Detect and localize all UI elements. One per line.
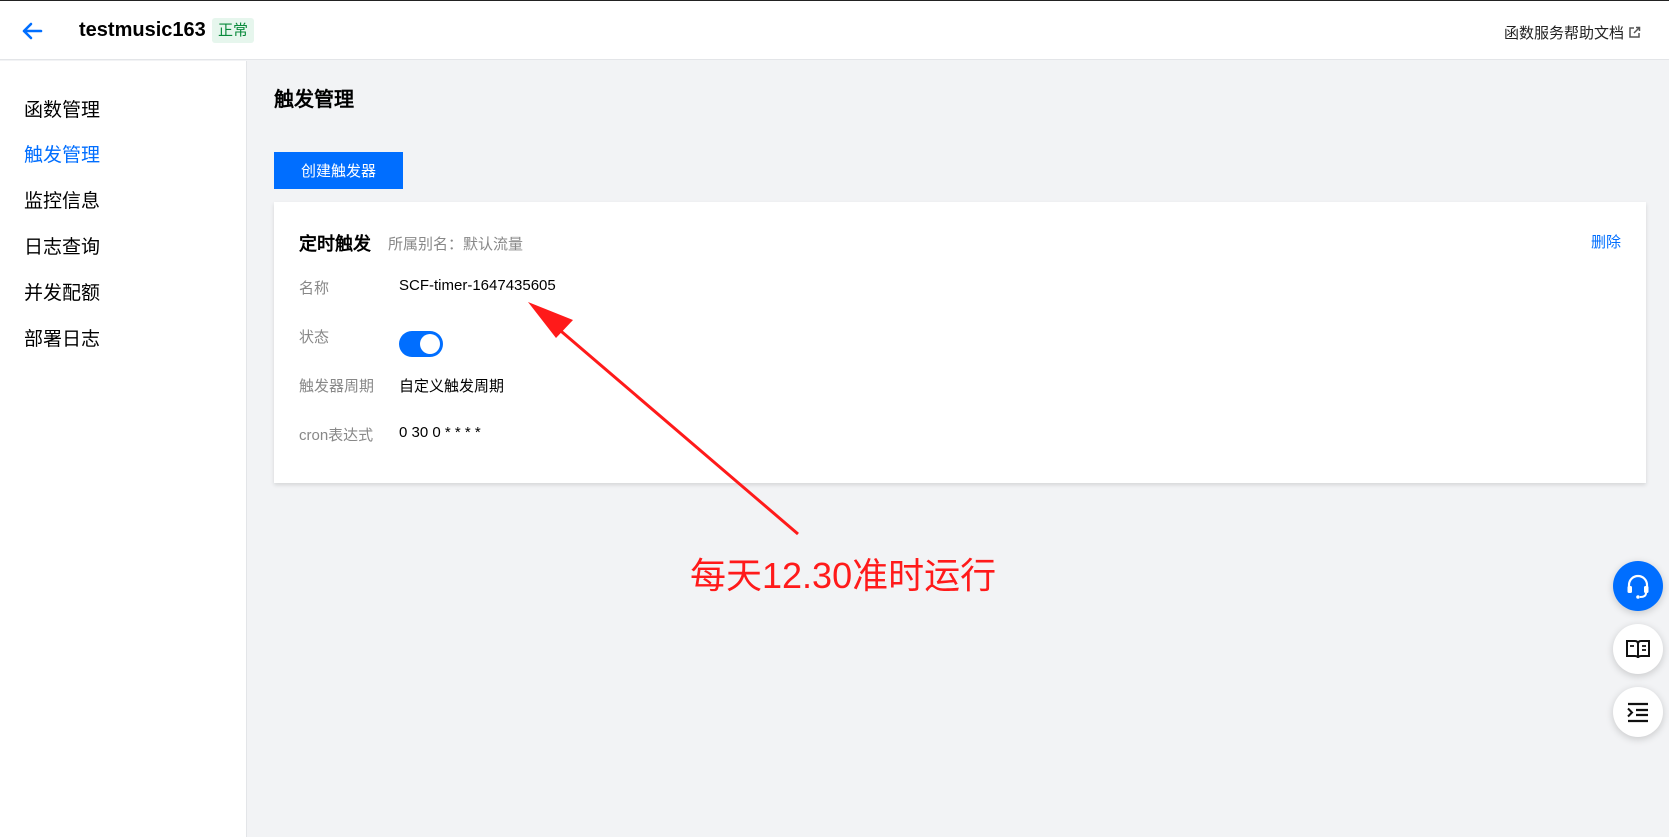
- annotation-text: 每天12.30准时运行: [690, 555, 997, 596]
- period-value: 自定义触发周期: [399, 378, 505, 395]
- sidebar-item-trigger-management[interactable]: 触发管理: [24, 140, 100, 167]
- status-label: 状态: [299, 329, 330, 346]
- docs-button[interactable]: [1613, 624, 1663, 674]
- back-button[interactable]: [18, 19, 46, 43]
- cron-value: 0 30 0 * * * *: [399, 424, 481, 441]
- outline-button[interactable]: [1613, 687, 1663, 737]
- status-badge: 正常: [212, 18, 255, 43]
- list-indent-icon: [1627, 702, 1648, 723]
- trigger-card: 定时触发 所属别名：默认流量 删除 名称 SCF-timer-164743560…: [274, 202, 1646, 483]
- create-trigger-button[interactable]: 创建触发器: [274, 152, 403, 189]
- name-label: 名称: [299, 280, 330, 297]
- sidebar: 函数管理 触发管理 监控信息 日志查询 并发配额 部署日志: [0, 61, 247, 837]
- help-doc-link[interactable]: 函数服务帮助文档: [1504, 22, 1641, 43]
- trigger-type-title: 定时触发: [299, 234, 371, 254]
- support-button[interactable]: [1613, 561, 1663, 611]
- sidebar-item-monitoring[interactable]: 监控信息: [24, 186, 100, 213]
- help-doc-label: 函数服务帮助文档: [1503, 25, 1624, 42]
- external-link-icon: [1629, 26, 1641, 38]
- period-label: 触发器周期: [299, 378, 375, 395]
- trigger-alias: 所属别名：默认流量: [388, 236, 524, 253]
- headset-icon: [1627, 574, 1649, 599]
- top-bar: testmusic163 正常 函数服务帮助文档: [0, 0, 1669, 60]
- toggle-knob: [420, 334, 440, 354]
- page-title: 触发管理: [274, 89, 354, 111]
- book-icon: [1626, 640, 1650, 659]
- sidebar-item-concurrency-quota[interactable]: 并发配额: [24, 278, 100, 305]
- arrow-left-icon: [22, 22, 43, 40]
- name-value: SCF-timer-1647435605: [399, 277, 556, 294]
- sidebar-item-function-management[interactable]: 函数管理: [24, 95, 100, 122]
- status-toggle[interactable]: [399, 331, 443, 357]
- sidebar-item-log-query[interactable]: 日志查询: [24, 232, 100, 259]
- cron-label: cron表达式: [299, 427, 374, 444]
- function-name-title: testmusic163: [79, 19, 206, 41]
- delete-trigger-link[interactable]: 删除: [1591, 231, 1621, 252]
- sidebar-item-deploy-log[interactable]: 部署日志: [24, 324, 100, 351]
